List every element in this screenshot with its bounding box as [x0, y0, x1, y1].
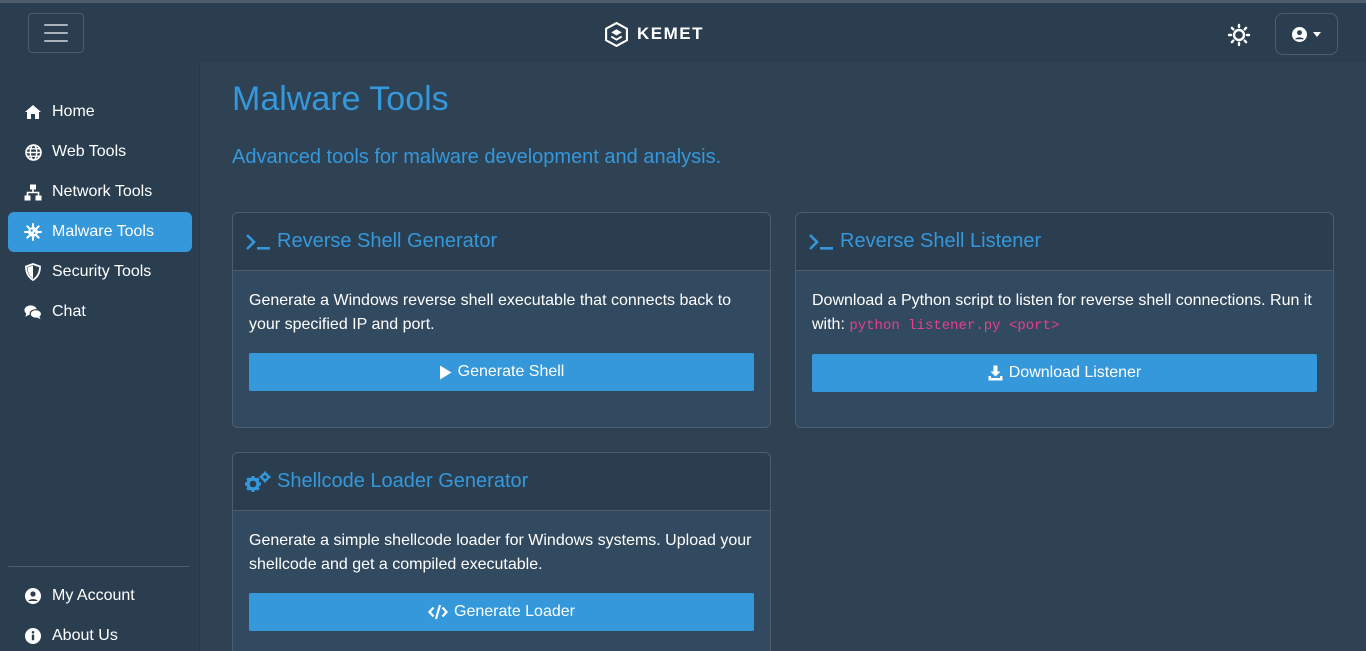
- card-text: Generate a simple shellcode loader for W…: [249, 532, 752, 573]
- sidebar-item-label: About Us: [52, 627, 118, 644]
- globe-icon: [24, 143, 42, 161]
- theme-toggle-button[interactable]: [1227, 23, 1251, 47]
- hamburger-line: [44, 32, 68, 34]
- sidebar-item-my-account[interactable]: My Account: [8, 576, 192, 616]
- chevron-down-icon: [1313, 31, 1321, 37]
- download-icon: [988, 365, 1003, 381]
- generate-shell-button[interactable]: Generate Shell: [249, 353, 754, 391]
- reverse-shell-listener-card: Reverse Shell Listener Download a Python…: [795, 212, 1334, 428]
- play-icon: [439, 365, 452, 379]
- reverse-shell-generator-card: Reverse Shell Generator Generate a Windo…: [232, 212, 771, 428]
- user-circle-icon: [24, 587, 42, 605]
- brand[interactable]: KEMET: [604, 21, 704, 47]
- shield-icon: [24, 263, 42, 281]
- top-navbar: KEMET: [0, 0, 1366, 62]
- card-title: Reverse Shell Generator: [277, 230, 498, 252]
- sidebar-item-about-us[interactable]: About Us: [8, 616, 192, 651]
- card-body: Generate a Windows reverse shell executa…: [233, 271, 770, 407]
- terminal-icon: [809, 233, 833, 250]
- comments-icon: [24, 303, 42, 321]
- card-header: Reverse Shell Listener: [796, 213, 1333, 271]
- card-header: Shellcode Loader Generator: [233, 453, 770, 511]
- sidebar-item-label: My Account: [52, 587, 135, 604]
- home-icon: [24, 103, 42, 121]
- hamburger-line: [44, 40, 68, 42]
- sidebar-item-label: Home: [52, 103, 95, 120]
- sidebar-item-label: Malware Tools: [52, 223, 154, 240]
- sidebar-item-label: Web Tools: [52, 143, 127, 160]
- shellcode-loader-generator-card: Shellcode Loader Generator Generate a si…: [232, 452, 771, 651]
- brand-name: KEMET: [637, 24, 704, 43]
- page-title: Malware Tools: [232, 80, 449, 118]
- user-circle-icon: [1292, 26, 1307, 42]
- sidebar-item-security-tools[interactable]: Security Tools: [8, 252, 192, 292]
- listener-command-code: python listener.py <port>: [849, 318, 1060, 334]
- card-title: Shellcode Loader Generator: [277, 470, 529, 492]
- sidebar-item-label: Security Tools: [52, 263, 152, 280]
- sidebar-item-malware-tools[interactable]: Malware Tools: [8, 212, 192, 252]
- terminal-icon: [246, 233, 270, 250]
- sidebar-item-label: Network Tools: [52, 183, 153, 200]
- sidebar-item-label: Chat: [52, 303, 86, 320]
- sidebar-item-web-tools[interactable]: Web Tools: [8, 132, 192, 172]
- virus-icon: [24, 223, 42, 241]
- download-listener-button[interactable]: Download Listener: [812, 354, 1317, 392]
- card-text: Download a Python script to listen for r…: [812, 289, 1317, 338]
- sidebar-toggle-button[interactable]: [28, 13, 84, 53]
- generate-loader-button[interactable]: Generate Loader: [249, 593, 754, 631]
- page-subtitle: Advanced tools for malware development a…: [232, 146, 722, 168]
- card-body: Generate a simple shellcode loader for W…: [233, 511, 770, 647]
- card-title: Reverse Shell Listener: [840, 230, 1042, 252]
- card-text: Generate a Windows reverse shell executa…: [249, 292, 732, 333]
- sidebar-item-home[interactable]: Home: [8, 92, 192, 132]
- network-icon: [24, 183, 42, 201]
- sidebar-divider: [8, 566, 190, 567]
- sun-icon: [1227, 23, 1251, 47]
- hamburger-line: [44, 24, 68, 26]
- button-label: Generate Shell: [457, 363, 565, 380]
- user-menu-button[interactable]: [1275, 13, 1338, 55]
- info-circle-icon: [24, 627, 42, 645]
- cogs-icon: [245, 471, 271, 492]
- sidebar-item-chat[interactable]: Chat: [8, 292, 192, 332]
- button-label: Generate Loader: [454, 603, 575, 620]
- button-label: Download Listener: [1008, 364, 1142, 381]
- main-content: Malware Tools Advanced tools for malware…: [200, 62, 1366, 651]
- card-header: Reverse Shell Generator: [233, 213, 770, 271]
- sidebar-item-network-tools[interactable]: Network Tools: [8, 172, 192, 212]
- kemet-logo-icon: [605, 21, 628, 47]
- code-icon: [428, 604, 448, 620]
- sidebar: Home Web Tools Network Tools Malware Too…: [0, 62, 200, 651]
- card-body: Download a Python script to listen for r…: [796, 271, 1333, 408]
